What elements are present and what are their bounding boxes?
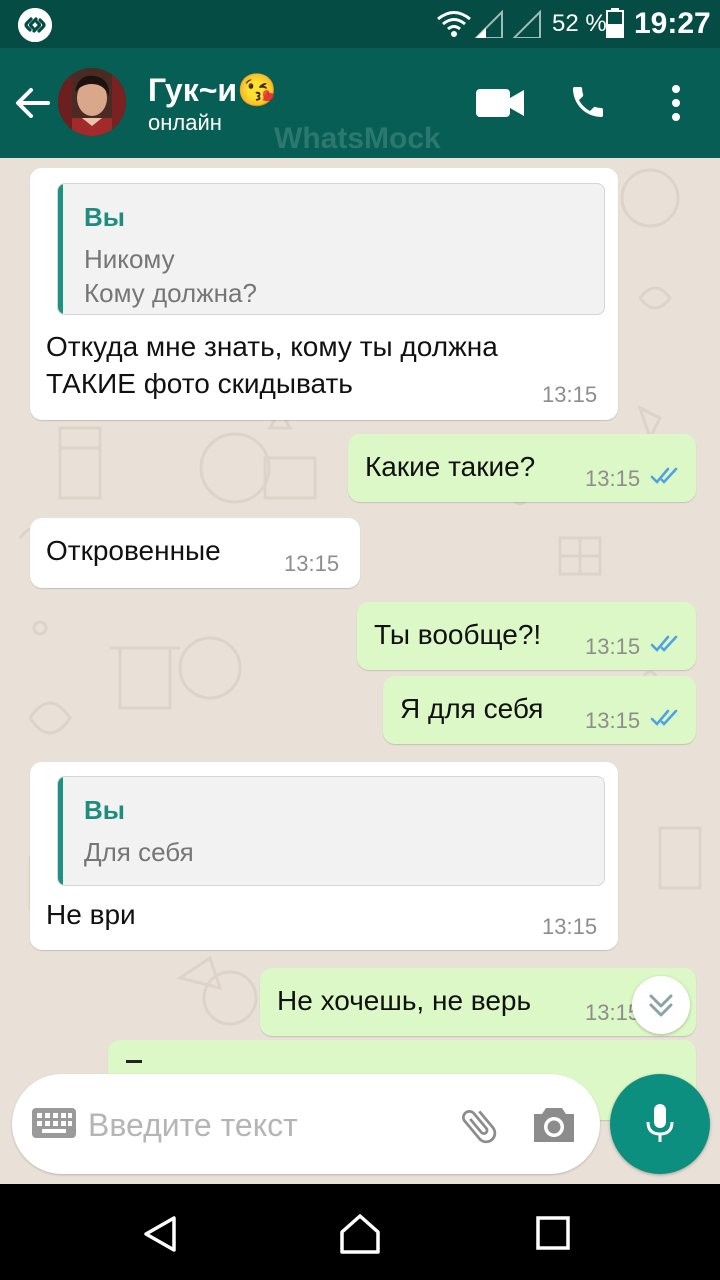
message-bubble-outgoing[interactable]: Не хочешь, не верь 13:15 — [260, 968, 696, 1036]
read-ticks-icon — [650, 467, 678, 484]
phone-icon[interactable] — [568, 82, 608, 122]
clock: 19:27 — [634, 7, 711, 40]
quote-author: Вы — [84, 202, 125, 232]
battery-percent: 52 % — [552, 10, 607, 37]
nav-home-icon[interactable] — [338, 1212, 382, 1256]
quote-accent-bar — [58, 184, 63, 314]
message-text: Откровенные — [46, 535, 221, 566]
cell-signal-icon — [474, 10, 503, 38]
message-bubble-outgoing[interactable]: Ты вообще?! 13:15 — [357, 602, 696, 670]
avatar[interactable] — [58, 68, 126, 136]
read-ticks-icon — [650, 709, 678, 726]
message-time: 13:15 — [542, 914, 598, 939]
quoted-message[interactable]: Вы Никому Кому должна? — [57, 183, 605, 315]
contact-status: онлайн — [148, 110, 222, 135]
message-text: Какие такие? — [365, 451, 536, 482]
mic-button[interactable] — [610, 1074, 710, 1174]
read-ticks-icon — [650, 635, 678, 652]
scroll-to-bottom-button[interactable] — [632, 976, 690, 1034]
chat-area[interactable]: Вы Никому Кому должна? Откуда мне знать,… — [0, 158, 720, 1184]
message-time: 13:15 — [585, 708, 641, 733]
nav-recent-apps-icon[interactable] — [536, 1216, 570, 1250]
message-time: 13:15 — [585, 466, 641, 491]
message-time: 13:15 — [542, 382, 598, 407]
battery-icon — [606, 8, 624, 38]
message-bubble-incoming[interactable]: Вы Для себя Не ври 13:15 — [30, 762, 618, 950]
message-time: 13:15 — [585, 634, 641, 659]
quoted-message[interactable]: Вы Для себя — [57, 776, 605, 886]
contact-name[interactable]: Гук~и😘 — [148, 72, 277, 108]
message-composer — [12, 1074, 600, 1174]
cell-signal-2-icon — [512, 10, 541, 38]
watermark: WhatsMock — [274, 122, 441, 155]
partial-text-glyph — [126, 1060, 142, 1063]
message-bubble-outgoing[interactable]: Какие такие? 13:15 — [348, 434, 696, 502]
message-text: Откуда мне знать, кому ты должна ТАКИЕ ф… — [46, 331, 498, 399]
chat-header: Гук~и😘 онлайн WhatsMock — [0, 48, 720, 158]
quote-text: Для себя — [84, 837, 194, 867]
message-text: Я для себя — [400, 693, 544, 724]
paperclip-icon[interactable] — [456, 1104, 502, 1148]
back-arrow-icon[interactable] — [14, 86, 50, 120]
microphone-icon — [646, 1104, 674, 1142]
message-bubble-incoming[interactable]: Откровенные 13:15 — [30, 518, 360, 588]
message-bubble-outgoing[interactable]: Я для себя 13:15 — [383, 676, 696, 744]
message-input[interactable] — [88, 1100, 418, 1150]
nav-back-icon[interactable] — [140, 1214, 180, 1254]
wifi-icon — [437, 11, 471, 37]
message-time: 13:15 — [284, 551, 340, 576]
shazam-icon — [18, 8, 52, 42]
message-text: Ты вообще?! — [374, 619, 542, 650]
camera-icon[interactable] — [532, 1106, 576, 1144]
message-text: Не хочешь, не верь — [277, 985, 532, 1016]
quote-text: Никому Кому должна? — [84, 244, 257, 308]
chevron-double-down-icon — [649, 994, 673, 1017]
more-vert-icon[interactable] — [664, 84, 688, 122]
video-call-icon[interactable] — [476, 88, 524, 118]
message-text: Не ври — [46, 899, 136, 930]
message-bubble-incoming[interactable]: Вы Никому Кому должна? Откуда мне знать,… — [30, 168, 618, 420]
status-bar: 52 % 19:27 — [0, 0, 720, 48]
quote-accent-bar — [58, 777, 63, 885]
keyboard-icon[interactable] — [32, 1108, 76, 1138]
quote-author: Вы — [84, 795, 125, 825]
system-nav-bar — [0, 1184, 720, 1280]
